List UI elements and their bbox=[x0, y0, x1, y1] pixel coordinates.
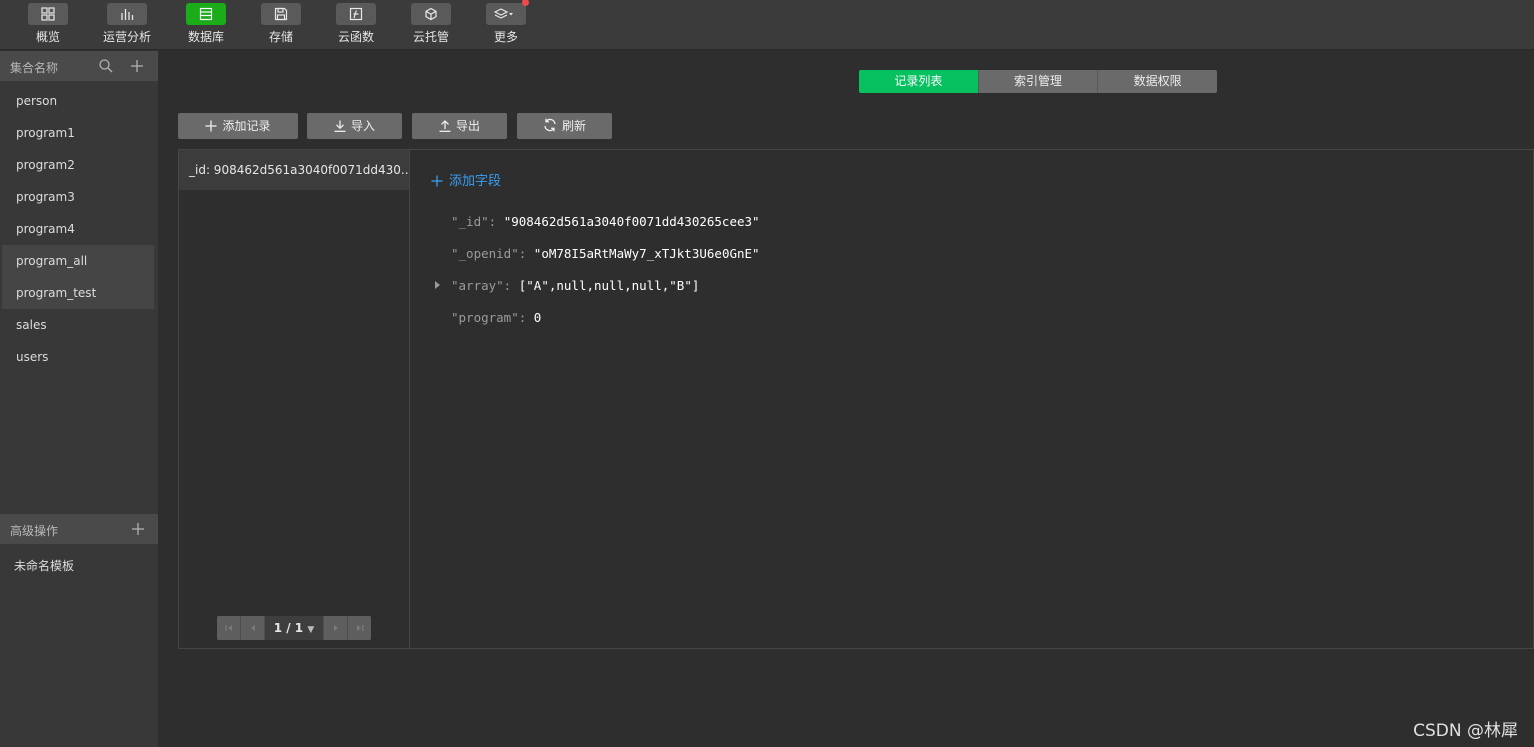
field-key: "array": bbox=[451, 278, 512, 293]
tab-permissions[interactable]: 数据权限 bbox=[1098, 70, 1217, 93]
top-toolbar: 概览 运营分析 数据库 存储 云函数 云托管 更多 bbox=[0, 0, 1534, 50]
plus-icon bbox=[431, 175, 443, 187]
add-record-button[interactable]: 添加记录 bbox=[178, 113, 298, 139]
field-key: "_openid": bbox=[451, 246, 527, 261]
collections-header: 集合名称 bbox=[0, 51, 158, 81]
field-row[interactable]: "_id": "908462d561a3040f0071dd430265cee3… bbox=[451, 214, 760, 229]
tool-label: 概览 bbox=[35, 30, 60, 44]
tab-records[interactable]: 记录列表 bbox=[859, 70, 979, 93]
collection-item[interactable]: program4 bbox=[2, 213, 154, 245]
tool-label: 云托管 bbox=[412, 30, 449, 44]
tool-label: 存储 bbox=[268, 30, 293, 44]
notification-dot bbox=[522, 0, 529, 6]
add-field-label: 添加字段 bbox=[449, 174, 502, 189]
database-icon bbox=[186, 3, 226, 25]
tool-cloud-function[interactable]: 云函数 bbox=[326, 3, 386, 47]
watermark: CSDN @林犀 bbox=[1413, 721, 1518, 741]
expand-caret-icon[interactable] bbox=[435, 281, 440, 289]
page-select[interactable]: 1 / 1 ▼ bbox=[265, 616, 323, 640]
collection-list: person program1 program2 program3 progra… bbox=[0, 81, 158, 373]
export-label: 导出 bbox=[455, 119, 480, 133]
next-page-button[interactable] bbox=[323, 616, 347, 640]
layers-icon bbox=[486, 0, 529, 25]
collection-item[interactable]: program3 bbox=[2, 181, 154, 213]
records-panel: _id: 908462d561a3040f0071dd430... 1 / 1 … bbox=[178, 149, 1534, 649]
import-button[interactable]: 导入 bbox=[307, 113, 402, 139]
cube-icon bbox=[411, 3, 451, 25]
record-list: _id: 908462d561a3040f0071dd430... 1 / 1 … bbox=[179, 150, 410, 648]
tool-label: 更多 bbox=[493, 30, 518, 44]
upload-icon bbox=[439, 120, 451, 132]
add-record-label: 添加记录 bbox=[222, 119, 271, 133]
field-value: ["A",null,null,null,"B"] bbox=[518, 278, 700, 293]
add-template-icon[interactable] bbox=[130, 521, 146, 537]
field-row[interactable]: "_openid": "oM78I5aRtMaWy7_xTJkt3U6e0GnE… bbox=[451, 246, 760, 261]
pagination: 1 / 1 ▼ bbox=[217, 616, 371, 640]
plus-icon bbox=[205, 120, 217, 132]
bar-chart-icon bbox=[107, 3, 147, 25]
field-key: "program": bbox=[451, 310, 527, 325]
collection-item[interactable]: program2 bbox=[2, 149, 154, 181]
advanced-header: 高级操作 bbox=[0, 514, 158, 544]
field-value: 0 bbox=[533, 310, 542, 325]
refresh-label: 刷新 bbox=[561, 119, 586, 133]
view-tabs: 记录列表 索引管理 数据权限 bbox=[859, 70, 1217, 93]
tab-indexes[interactable]: 索引管理 bbox=[978, 70, 1099, 93]
collection-item[interactable]: person bbox=[2, 85, 154, 117]
tool-analytics[interactable]: 运营分析 bbox=[97, 3, 157, 47]
tool-label: 数据库 bbox=[187, 30, 224, 44]
field-value: "oM78I5aRtMaWy7_xTJkt3U6e0GnE" bbox=[533, 246, 760, 261]
chevron-down-icon: ▼ bbox=[307, 625, 315, 635]
last-page-button[interactable] bbox=[347, 616, 371, 640]
function-icon bbox=[336, 3, 376, 25]
import-label: 导入 bbox=[350, 119, 375, 133]
first-page-icon bbox=[225, 625, 232, 631]
field-value: "908462d561a3040f0071dd430265cee3" bbox=[503, 214, 760, 229]
tool-storage[interactable]: 存储 bbox=[251, 3, 311, 47]
last-page-icon bbox=[357, 625, 364, 631]
record-item[interactable]: _id: 908462d561a3040f0071dd430... bbox=[179, 150, 409, 190]
field-row[interactable]: "program": 0 bbox=[451, 310, 541, 325]
next-page-icon bbox=[334, 625, 338, 631]
tool-overview[interactable]: 概览 bbox=[18, 3, 78, 47]
template-item[interactable]: 未命名模板 bbox=[14, 557, 74, 574]
advanced-title: 高级操作 bbox=[10, 524, 59, 538]
record-detail: 添加字段 "_id": "908462d561a3040f0071dd43026… bbox=[411, 150, 1531, 648]
tool-more[interactable]: 更多 bbox=[476, 0, 536, 47]
collection-sidebar: 集合名称 person program1 program2 program3 p… bbox=[0, 51, 158, 747]
tool-label: 云函数 bbox=[337, 30, 374, 44]
grid-icon bbox=[28, 3, 68, 25]
tool-label: 运营分析 bbox=[102, 30, 151, 44]
refresh-icon bbox=[544, 118, 556, 132]
refresh-button[interactable]: 刷新 bbox=[517, 113, 612, 139]
prev-page-button[interactable] bbox=[241, 616, 265, 640]
export-button[interactable]: 导出 bbox=[412, 113, 507, 139]
tool-database[interactable]: 数据库 bbox=[176, 3, 236, 47]
page-indicator: 1 / 1 bbox=[273, 621, 304, 635]
field-row[interactable]: "array": ["A",null,null,null,"B"] bbox=[451, 278, 699, 293]
collection-item[interactable]: program_test bbox=[2, 277, 154, 309]
first-page-button[interactable] bbox=[217, 616, 241, 640]
tool-cloud-hosting[interactable]: 云托管 bbox=[401, 3, 461, 47]
download-icon bbox=[334, 120, 346, 132]
add-field-button[interactable]: 添加字段 bbox=[431, 170, 501, 189]
collection-item[interactable]: program1 bbox=[2, 117, 154, 149]
collection-item-selected[interactable]: program_all bbox=[2, 245, 154, 277]
collections-title: 集合名称 bbox=[10, 61, 59, 75]
field-key: "_id": bbox=[451, 214, 497, 229]
collection-item[interactable]: users bbox=[2, 341, 154, 373]
add-collection-icon[interactable] bbox=[129, 58, 145, 74]
prev-page-icon bbox=[251, 625, 255, 631]
search-icon[interactable] bbox=[98, 58, 114, 74]
collection-item[interactable]: sales bbox=[2, 309, 154, 341]
save-icon bbox=[261, 3, 301, 25]
